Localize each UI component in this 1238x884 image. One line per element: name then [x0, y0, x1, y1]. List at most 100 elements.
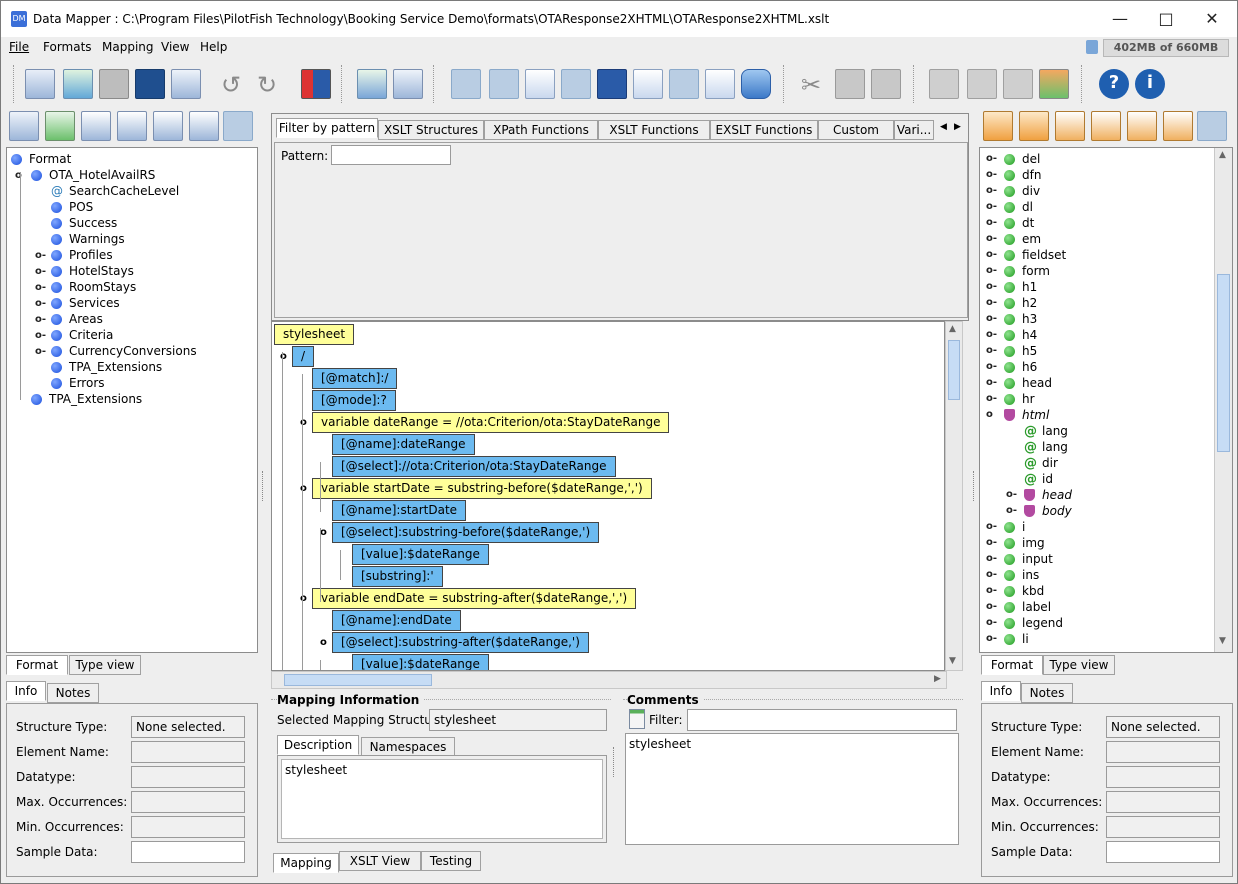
pattern-input[interactable]: [331, 145, 451, 165]
description-area[interactable]: stylesheet: [277, 755, 607, 843]
tab-type-view-left[interactable]: Type view: [69, 655, 141, 675]
tree-node[interactable]: o html: [980, 408, 1212, 424]
tree-node[interactable]: TPA_Extensions: [7, 392, 257, 408]
target-structure-icon[interactable]: [1055, 111, 1085, 141]
menu-help[interactable]: Help: [200, 40, 227, 54]
hscroll-thumb[interactable]: [284, 674, 432, 686]
tab-mapping[interactable]: Mapping: [273, 853, 339, 873]
tree-node[interactable]: o- Criteria: [7, 328, 257, 344]
xslt-node[interactable]: stylesheet: [274, 324, 355, 345]
tree-node[interactable]: o-h1: [980, 280, 1212, 296]
target-scroll-thumb[interactable]: [1217, 274, 1230, 452]
redo-icon[interactable]: ↻: [257, 71, 277, 99]
comments-area[interactable]: stylesheet: [625, 733, 959, 845]
paste-icon[interactable]: [871, 69, 901, 99]
xls-icon[interactable]: [171, 69, 201, 99]
xslt-node[interactable]: [value]:$dateRange: [352, 654, 489, 670]
expand-icon[interactable]: o-: [986, 362, 997, 373]
expand-icon[interactable]: o-: [986, 554, 997, 565]
tree-node[interactable]: o-kbd: [980, 584, 1212, 600]
expand-icon[interactable]: o-: [986, 298, 997, 309]
xslt-node[interactable]: [@name]:startDate: [332, 500, 467, 521]
xslt-node[interactable]: [substring]:': [352, 566, 443, 587]
edit-icon[interactable]: [189, 111, 219, 141]
database-icon[interactable]: [741, 69, 771, 99]
xslt-node[interactable]: [value]:$dateRange: [352, 544, 489, 565]
tree-node[interactable]: o-h4: [980, 328, 1212, 344]
description-text[interactable]: stylesheet: [281, 759, 603, 839]
tree-node[interactable]: Warnings: [7, 232, 257, 248]
tree-node[interactable]: @ dir: [980, 456, 1212, 472]
search-structure-icon[interactable]: [153, 111, 183, 141]
undo-icon[interactable]: ↺: [221, 71, 241, 99]
move-up-icon[interactable]: [929, 69, 959, 99]
add-mapping-icon[interactable]: [357, 69, 387, 99]
tree-node[interactable]: TPA_Extensions: [7, 360, 257, 376]
import-target-icon[interactable]: [983, 111, 1013, 141]
expand-icon[interactable]: o-: [1006, 490, 1017, 501]
scroll-thumb[interactable]: [948, 340, 960, 400]
exit-icon[interactable]: [301, 69, 331, 99]
xslt-horizontal-scrollbar[interactable]: ▶: [271, 671, 947, 689]
expand-icon[interactable]: o-: [986, 378, 997, 389]
tab-description[interactable]: Description: [277, 735, 359, 755]
structure-icon[interactable]: [81, 111, 111, 141]
expand-icon[interactable]: o-: [35, 283, 46, 294]
expand-icon[interactable]: o-: [986, 282, 997, 293]
tab-scroll-left-icon[interactable]: ◀: [940, 122, 947, 132]
number-view-icon[interactable]: [705, 69, 735, 99]
expand-icon[interactable]: o-: [986, 538, 997, 549]
color-structure-icon[interactable]: [1039, 69, 1069, 99]
xslt-node[interactable]: [@name]:dateRange: [332, 434, 475, 455]
expand-icon[interactable]: o-: [986, 394, 997, 405]
expand-icon[interactable]: o-: [986, 154, 997, 165]
comments-filter-input[interactable]: [687, 709, 957, 731]
tab-info-left[interactable]: Info: [6, 681, 46, 701]
expand-icon[interactable]: o-: [986, 346, 997, 357]
tab-testing[interactable]: Testing: [421, 851, 481, 871]
xslt-node[interactable]: [@mode]:?: [312, 390, 396, 411]
doc-view-icon[interactable]: [633, 69, 663, 99]
expand-icon[interactable]: o-: [35, 251, 46, 262]
expand-icon[interactable]: o-: [986, 330, 997, 341]
collapse-icon[interactable]: o: [986, 410, 997, 421]
tree-node[interactable]: o-form: [980, 264, 1212, 280]
maximize-button[interactable]: □: [1143, 1, 1189, 37]
find-target-icon[interactable]: [1019, 111, 1049, 141]
function-tab[interactable]: EXSLT Functions: [710, 120, 818, 140]
xslt-node[interactable]: variable startDate = substring-before($d…: [312, 478, 652, 499]
expand-icon[interactable]: o-: [986, 602, 997, 613]
open-icon[interactable]: [63, 69, 93, 99]
tree-node[interactable]: o OTA_HotelAvailRS: [7, 168, 257, 184]
tree-node[interactable]: o-li: [980, 632, 1212, 648]
tree-view-icon[interactable]: [223, 111, 253, 141]
tree-node[interactable]: @ id: [980, 472, 1212, 488]
expand-icon[interactable]: o-: [986, 570, 997, 581]
xslt-node[interactable]: variable dateRange = //ota:Criterion/ota…: [312, 412, 670, 433]
comments-text[interactable]: stylesheet: [629, 737, 955, 751]
tree-node[interactable]: o-head: [980, 376, 1212, 392]
tree-node[interactable]: o-hr: [980, 392, 1212, 408]
save-icon[interactable]: [99, 69, 129, 99]
tab-format-left[interactable]: Format: [6, 655, 68, 675]
xslt-node[interactable]: [@select]:substring-after($dateRange,'): [332, 632, 589, 653]
tree-node[interactable]: @ lang: [980, 440, 1212, 456]
scroll-right-icon[interactable]: ▶: [934, 674, 941, 684]
expand-icon[interactable]: o-: [35, 267, 46, 278]
tree-node[interactable]: o-del: [980, 152, 1212, 168]
menu-file[interactable]: File: [9, 40, 29, 54]
expand-icon[interactable]: o-: [35, 315, 46, 326]
expand-icon[interactable]: o-: [986, 186, 997, 197]
expand-icon[interactable]: o-: [986, 170, 997, 181]
tree-node[interactable]: o-div: [980, 184, 1212, 200]
copy-icon[interactable]: [835, 69, 865, 99]
new-format-icon[interactable]: [25, 69, 55, 99]
target-vertical-scrollbar[interactable]: ▲ ▼: [1214, 148, 1232, 652]
minimize-button[interactable]: —: [1097, 1, 1143, 37]
menu-view[interactable]: View: [161, 40, 189, 54]
function-tab[interactable]: XSLT Structures: [378, 120, 484, 140]
target-search-icon[interactable]: [1127, 111, 1157, 141]
xslt-node[interactable]: variable endDate = substring-after($date…: [312, 588, 637, 609]
collapse-icon[interactable]: o: [320, 637, 327, 648]
xslt-node[interactable]: [@select]://ota:Criterion/ota:StayDateRa…: [332, 456, 616, 477]
